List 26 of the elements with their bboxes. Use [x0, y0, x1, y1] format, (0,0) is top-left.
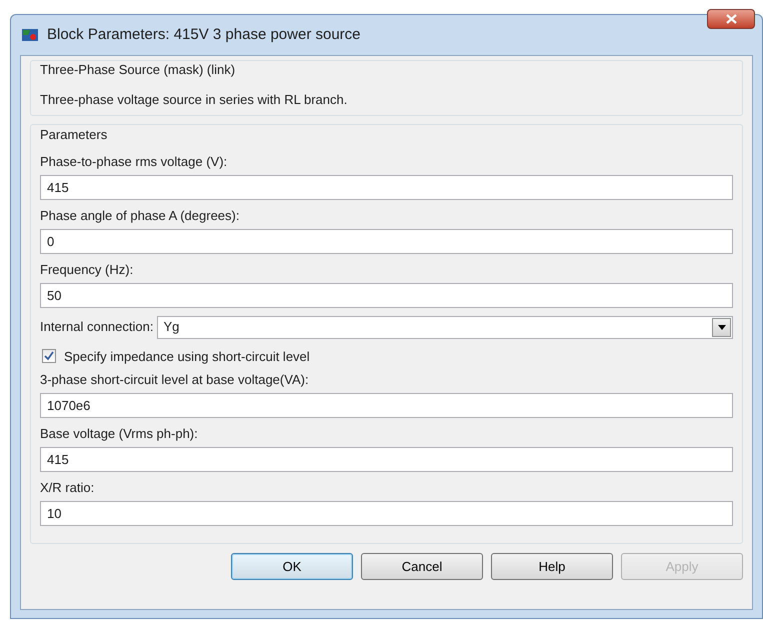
field-label: 3-phase short-circuit level at base voltage(VA): [40, 372, 310, 388]
field-label: Phase angle of phase A (degrees): [40, 208, 240, 224]
window-title: Block Parameters: 415V 3 phase power source [47, 24, 360, 45]
dialog-button[interactable]: OK [231, 553, 353, 580]
group-title: Three-Phase Source (mask) (link) [40, 61, 236, 79]
input-field[interactable]: 1070e6 [40, 393, 733, 418]
close-button[interactable] [707, 9, 755, 29]
close-icon [726, 14, 736, 24]
input-field[interactable]: 415 [40, 447, 733, 472]
description-text: Three-phase voltage source in series with RL branch. [40, 90, 348, 109]
checkbox-label: Specify impedance using short-circuit level [64, 348, 310, 366]
checkbox[interactable] [42, 349, 56, 364]
input-field[interactable]: 0 [40, 228, 733, 254]
field-label: Phase-to-phase rms voltage (V): [40, 154, 228, 170]
input-field[interactable]: 10 [40, 501, 733, 526]
group-title: Parameters [40, 126, 108, 144]
block-icon [21, 27, 39, 43]
dialog-button[interactable]: Cancel [361, 553, 483, 580]
field-label: Base voltage (Vrms ph-ph): [40, 426, 199, 442]
dropdown-field[interactable]: Yg [157, 316, 733, 338]
field-label: X/R ratio: [40, 480, 96, 496]
field-label: Frequency (Hz): [40, 262, 134, 278]
input-field[interactable]: 415 [40, 174, 733, 200]
input-field[interactable]: 50 [40, 282, 733, 308]
dialog-button[interactable]: Help [491, 553, 613, 580]
field-label: Internal connection: [40, 318, 154, 336]
